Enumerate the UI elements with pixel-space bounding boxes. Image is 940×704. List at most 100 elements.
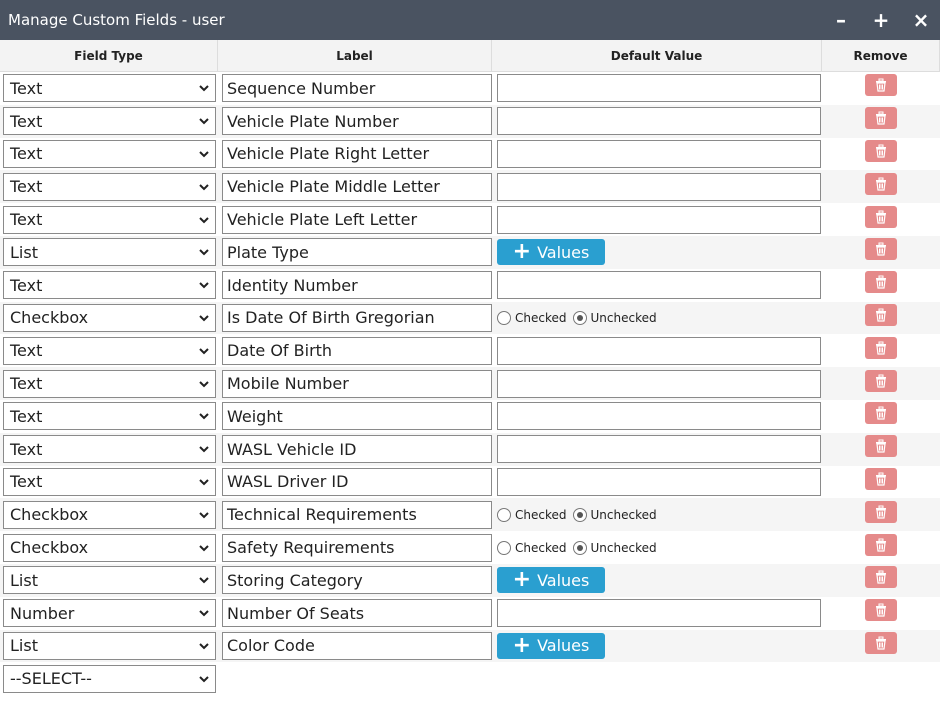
- label-input[interactable]: WASL Vehicle ID: [222, 435, 492, 464]
- field-type-select[interactable]: Text: [3, 369, 216, 398]
- field-type-select[interactable]: Text: [3, 74, 216, 103]
- label-input[interactable]: Vehicle Plate Middle Letter: [222, 172, 492, 201]
- field-type-select[interactable]: List: [3, 631, 216, 660]
- default-value-input[interactable]: [497, 271, 821, 300]
- radio-unchecked-input[interactable]: [572, 540, 587, 555]
- remove-button[interactable]: [865, 74, 897, 97]
- field-type-select[interactable]: Text: [3, 172, 216, 201]
- field-type-select[interactable]: List: [3, 566, 216, 595]
- default-value-input[interactable]: [497, 402, 821, 431]
- label-input[interactable]: Storing Category: [222, 566, 492, 595]
- default-value-input[interactable]: [497, 435, 821, 464]
- default-value-radio-group: Checked Unchecked: [497, 310, 663, 325]
- field-type-select[interactable]: Checkbox: [3, 500, 216, 529]
- default-value-input[interactable]: [497, 107, 821, 136]
- remove-button[interactable]: [865, 172, 897, 195]
- radio-unchecked[interactable]: Unchecked: [572, 540, 657, 555]
- remove-button[interactable]: [865, 271, 897, 294]
- field-type-select[interactable]: Checkbox: [3, 533, 216, 562]
- chevron-down-icon: [199, 315, 209, 322]
- field-type-select[interactable]: Text: [3, 336, 216, 365]
- remove-button[interactable]: [865, 369, 897, 392]
- label-input[interactable]: Color Code: [222, 631, 492, 660]
- field-type-select[interactable]: Number: [3, 599, 216, 628]
- remove-button[interactable]: [865, 238, 897, 261]
- remove-button[interactable]: [865, 631, 897, 654]
- new-field-type-value: --SELECT--: [10, 669, 92, 689]
- default-value-input[interactable]: [497, 139, 821, 168]
- field-type-select[interactable]: Text: [3, 402, 216, 431]
- remove-button[interactable]: [865, 599, 897, 622]
- field-type-select[interactable]: List: [3, 238, 216, 267]
- remove-button[interactable]: [865, 533, 897, 556]
- values-button[interactable]: + Values: [497, 632, 605, 659]
- trash-icon: [876, 406, 886, 420]
- field-type-select[interactable]: Text: [3, 467, 216, 496]
- values-button-label: Values: [537, 242, 590, 262]
- label-input[interactable]: WASL Driver ID: [222, 467, 492, 496]
- remove-button[interactable]: [865, 500, 897, 523]
- label-input[interactable]: Mobile Number: [222, 369, 492, 398]
- default-value-input[interactable]: [497, 74, 821, 103]
- label-input[interactable]: Date Of Birth: [222, 336, 492, 365]
- label-input[interactable]: Vehicle Plate Right Letter: [222, 139, 492, 168]
- radio-unchecked[interactable]: Unchecked: [572, 507, 657, 522]
- remove-button[interactable]: [865, 435, 897, 458]
- remove-button[interactable]: [865, 467, 897, 490]
- minimize-button[interactable]: –: [832, 10, 850, 30]
- table-row: List Color Code + Values: [0, 629, 940, 663]
- radio-checked[interactable]: Checked: [497, 310, 567, 325]
- remove-button[interactable]: [865, 303, 897, 326]
- label-input[interactable]: Sequence Number: [222, 74, 492, 103]
- table-row: Text Identity Number: [0, 269, 940, 302]
- values-button[interactable]: + Values: [497, 239, 605, 266]
- label-input[interactable]: Is Date Of Birth Gregorian: [222, 303, 492, 332]
- radio-checked-input[interactable]: [497, 507, 511, 522]
- label-input[interactable]: Safety Requirements: [222, 533, 492, 562]
- values-button[interactable]: + Values: [497, 567, 605, 594]
- radio-checked-input[interactable]: [497, 540, 511, 555]
- label-input[interactable]: Plate Type: [222, 238, 492, 267]
- label-input[interactable]: Technical Requirements: [222, 500, 492, 529]
- remove-button[interactable]: [865, 402, 897, 425]
- field-type-select[interactable]: Checkbox: [3, 303, 216, 332]
- default-value-input[interactable]: [497, 467, 821, 496]
- remove-button[interactable]: [865, 139, 897, 162]
- field-type-value: Text: [10, 472, 43, 492]
- field-type-select[interactable]: Text: [3, 139, 216, 168]
- radio-unchecked[interactable]: Unchecked: [572, 310, 657, 325]
- default-value-input[interactable]: [497, 599, 821, 628]
- table-row: Text Vehicle Plate Right Letter: [0, 138, 940, 171]
- default-value-input[interactable]: [497, 336, 821, 365]
- radio-unchecked-input[interactable]: [572, 507, 587, 522]
- default-value-input[interactable]: [497, 172, 821, 201]
- radio-checked-input[interactable]: [497, 310, 511, 325]
- table-row: Text Sequence Number: [0, 72, 940, 105]
- field-type-select[interactable]: Text: [3, 205, 216, 234]
- trash-icon: [876, 374, 886, 388]
- maximize-button[interactable]: +: [872, 10, 890, 30]
- radio-unchecked-input[interactable]: [572, 310, 587, 325]
- values-button-label: Values: [537, 636, 590, 656]
- label-input[interactable]: Vehicle Plate Number: [222, 107, 492, 136]
- field-type-select[interactable]: Text: [3, 271, 216, 300]
- field-type-select[interactable]: Text: [3, 435, 216, 464]
- field-type-select[interactable]: Text: [3, 107, 216, 136]
- close-button[interactable]: ×: [912, 10, 930, 30]
- label-input[interactable]: Vehicle Plate Left Letter: [222, 205, 492, 234]
- default-value-input[interactable]: [497, 205, 821, 234]
- radio-checked[interactable]: Checked: [497, 540, 567, 555]
- chevron-down-icon: [199, 151, 209, 158]
- remove-button[interactable]: [865, 205, 897, 228]
- label-input[interactable]: Weight: [222, 402, 492, 431]
- remove-button[interactable]: [865, 566, 897, 589]
- new-field-type-select[interactable]: --SELECT--: [3, 664, 216, 693]
- label-input[interactable]: Number Of Seats: [222, 599, 492, 628]
- remove-button[interactable]: [865, 336, 897, 359]
- remove-button[interactable]: [865, 107, 897, 130]
- radio-checked[interactable]: Checked: [497, 507, 567, 522]
- table-row: Text WASL Vehicle ID: [0, 432, 940, 466]
- plus-icon: +: [512, 567, 532, 593]
- label-input[interactable]: Identity Number: [222, 271, 492, 300]
- default-value-input[interactable]: [497, 369, 821, 398]
